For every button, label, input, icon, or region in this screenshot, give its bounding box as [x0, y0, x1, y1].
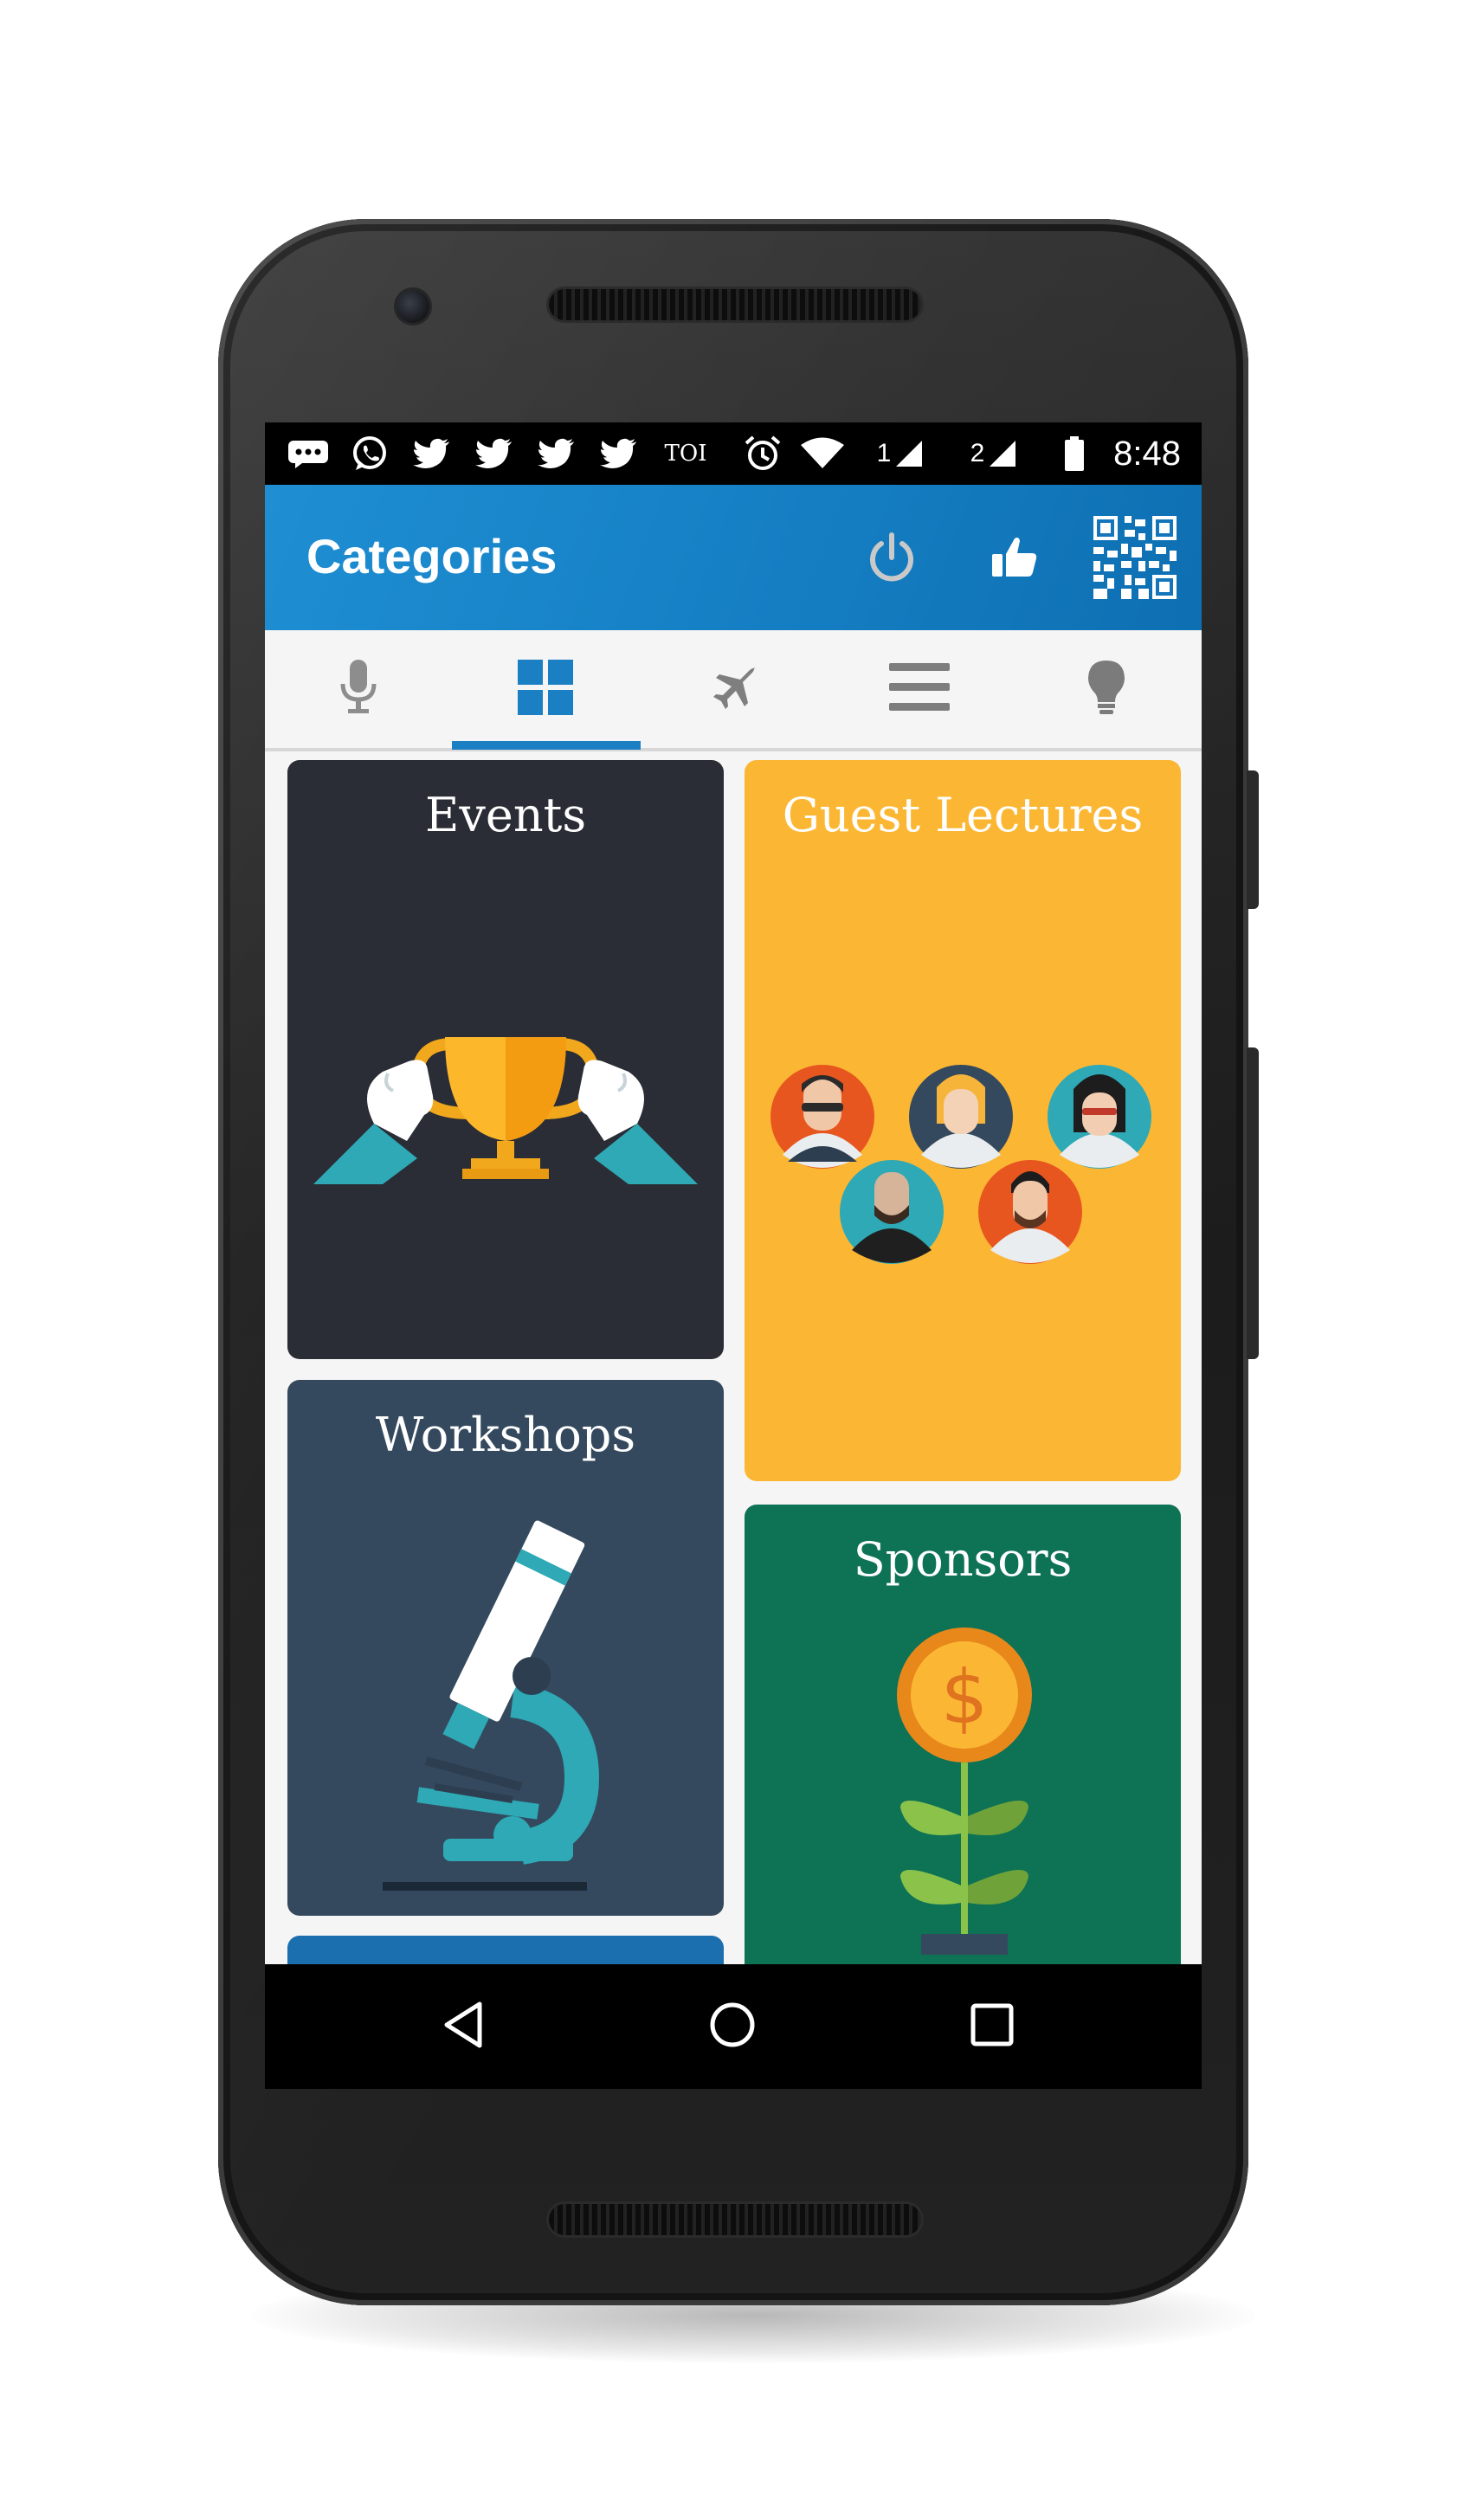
recents-icon [968, 2001, 1016, 2053]
airplane-icon [708, 663, 757, 716]
signal-sim2-icon: 2 [964, 438, 1023, 469]
like-button[interactable] [971, 516, 1058, 603]
tab-selected-indicator [452, 741, 641, 750]
qr-scan-button[interactable] [1087, 515, 1183, 603]
power-key [1247, 770, 1259, 909]
svg-text:$: $ [941, 1654, 989, 1741]
battery-icon [1061, 436, 1087, 471]
message-icon [284, 438, 332, 469]
system-nav-bar [265, 1964, 1202, 2089]
sim1-label: 1 [876, 439, 892, 467]
toi-label: TOI [664, 441, 707, 467]
twitter-icon [597, 438, 641, 469]
twitter-icon [473, 438, 516, 469]
back-icon [438, 1999, 490, 2055]
people-avatars-icon [767, 1063, 1165, 1275]
tab-categories[interactable] [452, 630, 639, 748]
volume-key [1247, 1047, 1259, 1359]
top-speaker [549, 289, 921, 320]
back-button[interactable] [421, 1983, 507, 2070]
alarm-icon [741, 435, 784, 470]
whatsapp-icon [348, 436, 391, 470]
sponsors-title: Sponsors [853, 1532, 1073, 1587]
tab-talks[interactable] [265, 630, 452, 748]
workshops-card[interactable]: Workshops [287, 1380, 724, 1916]
lightbulb-icon [1086, 659, 1126, 720]
microscope-icon [374, 1501, 634, 1895]
logout-button[interactable] [848, 516, 935, 603]
front-camera [397, 290, 429, 323]
status-bar: TOI 1 2 8:48 [265, 422, 1202, 485]
tab-travel[interactable] [639, 630, 826, 748]
tab-ideas[interactable] [1013, 630, 1200, 748]
wifi-icon [798, 437, 847, 469]
app-bar: Categories [265, 485, 1202, 630]
qr-code-icon [1093, 515, 1177, 603]
sim2-label: 2 [970, 439, 985, 467]
sponsors-card[interactable]: Sponsors $ [745, 1505, 1181, 1989]
recents-button[interactable] [949, 1983, 1035, 2070]
guest-lectures-title: Guest Lectures [782, 788, 1144, 842]
thumbs-up-icon [987, 530, 1042, 590]
money-plant-icon: $ [895, 1626, 1034, 1959]
list-icon [889, 661, 950, 718]
status-time: 8:48 [1113, 435, 1181, 473]
tab-list[interactable] [826, 630, 1013, 748]
events-title: Events [424, 788, 587, 842]
twitter-icon [410, 438, 454, 469]
category-tab-bar [265, 630, 1202, 751]
guest-lectures-card[interactable]: Guest Lectures [745, 760, 1181, 1481]
toi-icon: TOI [660, 438, 712, 469]
screen: TOI 1 2 8:48 Categories Events Guest Lec… [265, 422, 1202, 2089]
microphone-icon [338, 658, 379, 721]
trophy-icon [313, 1020, 698, 1197]
home-icon [706, 1999, 758, 2055]
power-icon [864, 530, 919, 590]
home-button[interactable] [689, 1983, 776, 2070]
workshops-title: Workshops [375, 1408, 636, 1462]
category-grid: Events Guest Lectures Workshops Sponsors… [265, 751, 1202, 2089]
grid-icon [518, 659, 573, 719]
signal-sim1-icon: 1 [871, 438, 930, 469]
events-card[interactable]: Events [287, 760, 724, 1359]
bottom-speaker [549, 2204, 921, 2235]
page-title: Categories [306, 529, 558, 583]
twitter-icon [535, 438, 578, 469]
